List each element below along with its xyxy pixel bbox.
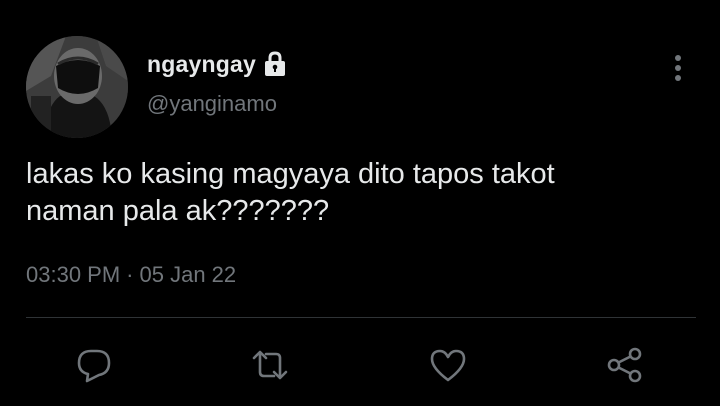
reply-icon: [75, 346, 113, 384]
more-options-icon[interactable]: [666, 53, 690, 83]
tweet-date: 05 Jan 22: [139, 262, 237, 287]
display-name[interactable]: ngayngay: [147, 51, 256, 78]
share-button[interactable]: [605, 345, 645, 385]
tweet-text: lakas ko kasing magyaya dito tapos takot…: [26, 158, 555, 227]
retweet-icon: [250, 346, 290, 384]
tweet-timestamp[interactable]: 03:30 PM · 05 Jan 22: [26, 262, 236, 288]
avatar[interactable]: [26, 36, 128, 138]
divider: [26, 317, 696, 318]
like-button[interactable]: [428, 345, 468, 385]
tweet-card: ngayngay @yanginamo lakas ko kasing magy…: [0, 0, 720, 406]
lock-icon: [262, 50, 288, 78]
meta-separator: ·: [126, 262, 134, 287]
tweet-time: 03:30 PM: [26, 262, 121, 287]
heart-icon: [428, 346, 468, 384]
reply-button[interactable]: [74, 345, 114, 385]
share-icon: [605, 346, 645, 384]
author-name-row: ngayngay: [147, 48, 288, 80]
user-handle[interactable]: @yanginamo: [147, 91, 277, 117]
avatar-image: [26, 36, 128, 138]
retweet-button[interactable]: [250, 345, 290, 385]
